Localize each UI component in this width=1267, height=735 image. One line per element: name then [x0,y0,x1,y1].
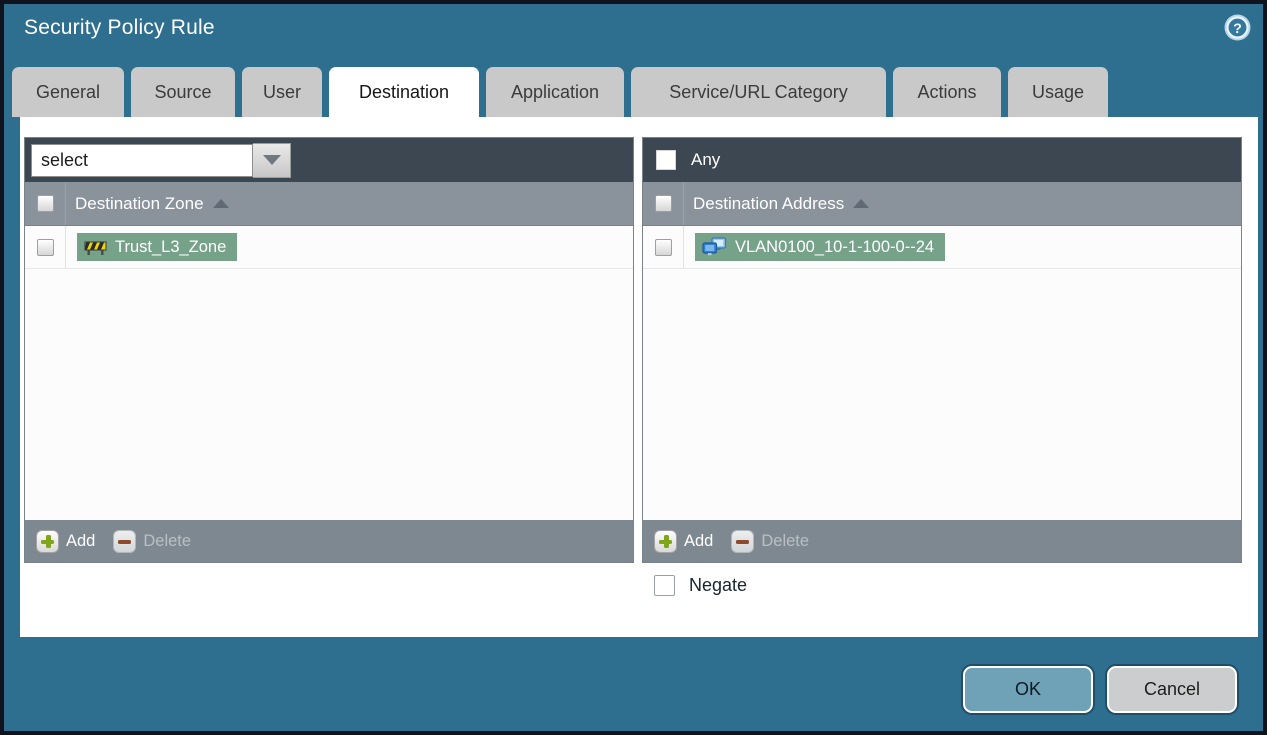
tab-usage[interactable]: Usage [1008,67,1108,117]
tab-source[interactable]: Source [131,67,235,117]
address-add-button[interactable]: Add [654,529,713,553]
zone-list: Trust_L3_Zone [25,226,633,520]
zone-icon [84,239,107,256]
address-panel-toolbar: Any [643,138,1241,182]
address-column-header: Destination Address [643,182,1241,226]
tab-destination[interactable]: Destination [329,67,479,121]
address-item-label: VLAN0100_10-1-100-0--24 [735,237,935,256]
tab-application[interactable]: Application [486,67,624,117]
any-checkbox[interactable] [656,150,676,170]
tab-bar: General Source User Destination Applicat… [12,67,1115,121]
negate-checkbox[interactable] [654,575,675,596]
zone-add-button[interactable]: Add [36,529,95,553]
destination-address-panel: Any Destination Address VLAN0100_10-1-10… [642,137,1242,563]
delete-minus-icon [731,529,755,553]
tab-general[interactable]: General [12,67,124,117]
delete-minus-icon [113,529,137,553]
address-icon [702,237,727,257]
sort-ascending-icon[interactable] [853,199,870,208]
zone-column-label[interactable]: Destination Zone [75,194,204,214]
address-column-label[interactable]: Destination Address [693,194,844,214]
zone-column-header: Destination Zone [25,182,633,226]
zone-panel-footer: Add Delete [25,520,633,562]
zone-row-checkbox[interactable] [36,238,54,256]
chevron-down-icon [262,155,281,165]
table-row: VLAN0100_10-1-100-0--24 [643,226,1241,269]
any-label: Any [691,150,721,169]
address-select-all-checkbox[interactable] [654,195,672,212]
table-row: Trust_L3_Zone [25,226,633,269]
svg-text:?: ? [1233,20,1242,36]
tab-actions[interactable]: Actions [893,67,1001,117]
help-icon[interactable]: ? [1223,13,1252,42]
zone-select-combobox [31,142,291,178]
zone-select-input[interactable] [31,143,253,177]
zone-delete-button[interactable]: Delete [113,529,191,553]
address-list: VLAN0100_10-1-100-0--24 [643,226,1241,520]
address-panel-footer: Add Delete [643,520,1241,562]
cancel-button[interactable]: Cancel [1107,666,1237,713]
tab-user[interactable]: User [242,67,322,117]
zone-item-label: Trust_L3_Zone [115,237,227,256]
zone-item-trust-l3-zone[interactable]: Trust_L3_Zone [77,233,238,261]
ok-button[interactable]: OK [963,666,1093,713]
sort-ascending-icon[interactable] [212,199,229,208]
negate-label: Negate [689,575,748,595]
tab-service-url-category[interactable]: Service/URL Category [631,67,886,117]
address-item-vlan0100[interactable]: VLAN0100_10-1-100-0--24 [695,233,946,261]
zone-panel-toolbar [25,138,633,182]
zone-select-all-checkbox[interactable] [36,195,54,212]
security-policy-rule-dialog: Security Policy Rule ? General Source Us… [0,0,1267,735]
dialog-title: Security Policy Rule [24,16,215,39]
zone-select-dropdown-button[interactable] [253,142,291,178]
add-plus-icon [36,529,59,553]
destination-tab-content: Destination Zone [20,117,1258,637]
add-plus-icon [654,529,677,553]
address-row-checkbox[interactable] [654,238,672,256]
negate-option: Negate [654,575,747,596]
destination-zone-panel: Destination Zone [24,137,634,563]
address-delete-button[interactable]: Delete [731,529,809,553]
